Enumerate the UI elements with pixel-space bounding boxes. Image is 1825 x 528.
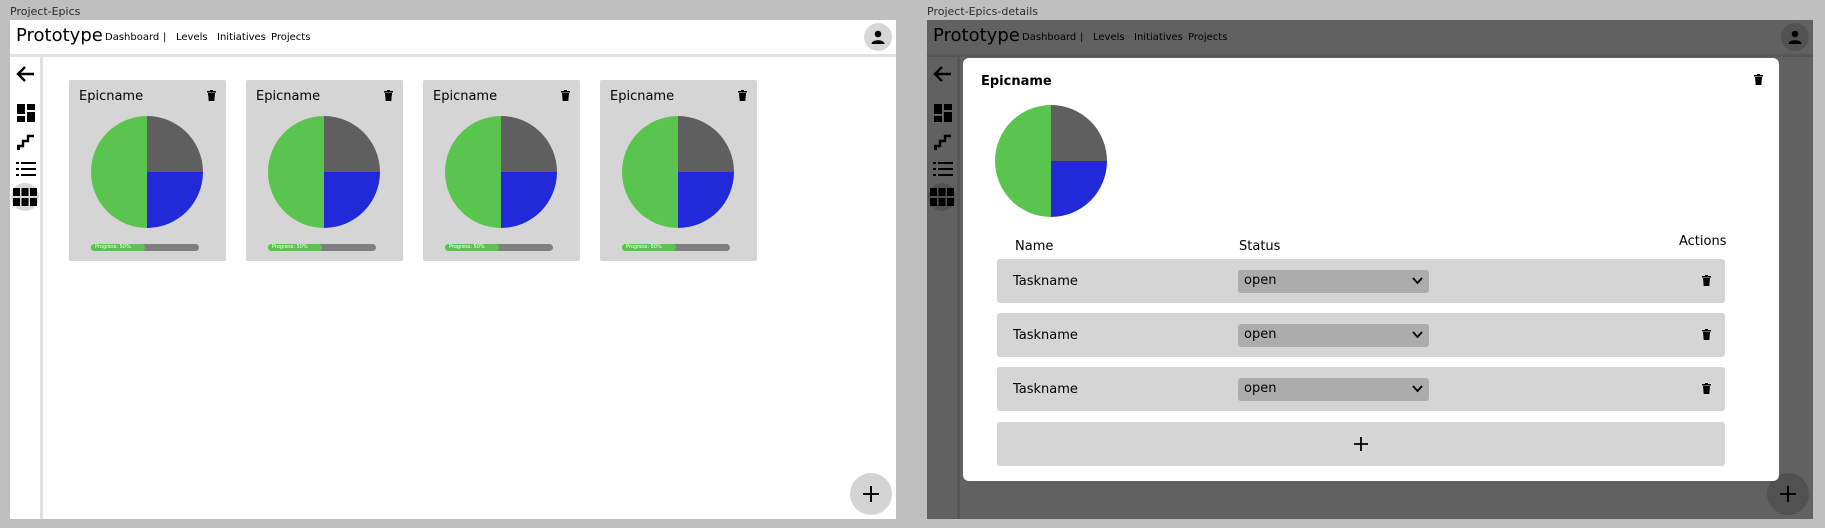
epic-pie-chart [91, 116, 203, 228]
epic-card[interactable]: Epicname Progress: 50% [600, 80, 757, 261]
chevron-down-icon [1412, 385, 1423, 393]
status-select[interactable]: open [1238, 270, 1429, 293]
pie-slice-blue [1051, 161, 1107, 217]
levels-icon[interactable] [17, 133, 35, 151]
progress-bar: Progress: 50% [268, 244, 376, 251]
epics-grid: Epicname Progress: 50% Epicname Progress… [43, 57, 896, 519]
pie-slice-gray [678, 116, 734, 172]
status-value: open [1244, 381, 1277, 396]
epic-pie-chart [268, 116, 380, 228]
status-select[interactable]: open [1238, 324, 1429, 347]
nav-separator: | [163, 32, 167, 43]
chevron-down-icon [1412, 277, 1423, 285]
epic-name: Epicname [79, 89, 144, 104]
add-task-button[interactable] [997, 422, 1725, 466]
add-epic-button[interactable] [850, 473, 892, 515]
task-name: Taskname [1013, 274, 1078, 289]
status-select[interactable]: open [1238, 378, 1429, 401]
epic-name: Epicname [610, 89, 675, 104]
trash-icon[interactable] [384, 90, 393, 101]
epic-card[interactable]: Epicname Progress: 50% [423, 80, 580, 261]
trash-icon[interactable] [1754, 74, 1763, 85]
progress-bar: Progress: 50% [445, 244, 553, 251]
pie-slice-blue [147, 172, 203, 228]
back-arrow-icon[interactable] [16, 64, 36, 84]
progress-label: Progress: 50% [626, 244, 662, 250]
pie-slice-blue [501, 172, 557, 228]
nav-levels[interactable]: Levels [176, 32, 208, 43]
pie-slice-green [268, 116, 324, 228]
trash-icon[interactable] [1702, 329, 1711, 340]
task-name: Taskname [1013, 382, 1078, 397]
pie-slice-blue [324, 172, 380, 228]
epic-pie-chart [445, 116, 557, 228]
pie-slice-green [91, 116, 147, 228]
task-row: Taskname open [997, 367, 1725, 411]
progress-bar: Progress: 50% [622, 244, 730, 251]
task-name: Taskname [1013, 328, 1078, 343]
epic-card[interactable]: Epicname Progress: 50% [246, 80, 403, 261]
task-row: Taskname open [997, 259, 1725, 303]
epic-card[interactable]: Epicname Progress: 50% [69, 80, 226, 261]
progress-label: Progress: 50% [449, 244, 485, 250]
trash-icon[interactable] [1702, 383, 1711, 394]
status-value: open [1244, 273, 1277, 288]
project-epics-screen: Prototype Dashboard | Levels Initiatives… [10, 20, 896, 519]
progress-bar: Progress: 50% [91, 244, 199, 251]
pie-slice-gray [1051, 105, 1107, 161]
chevron-down-icon [1412, 331, 1423, 339]
nav-dashboard[interactable]: Dashboard [105, 32, 159, 43]
epic-pie-chart [622, 116, 734, 228]
trash-icon[interactable] [738, 90, 747, 101]
epic-details-modal: Epicname Name Status Actions Taskname op… [963, 58, 1779, 481]
epic-name: Epicname [433, 89, 498, 104]
trash-icon[interactable] [207, 90, 216, 101]
user-icon [871, 30, 885, 44]
column-header-name: Name [1015, 239, 1054, 254]
frame-label-epics-details: Project-Epics-details [927, 5, 1038, 18]
pie-slice-blue [678, 172, 734, 228]
pie-slice-green [622, 116, 678, 228]
modal-title: Epicname [981, 74, 1052, 89]
epic-name: Epicname [256, 89, 321, 104]
pie-slice-gray [147, 116, 203, 172]
app-title: Prototype [16, 25, 103, 46]
plus-icon [1354, 437, 1368, 451]
frame-label-epics: Project-Epics [10, 5, 81, 18]
task-row: Taskname open [997, 313, 1725, 357]
sidebar-item-epics[interactable] [11, 183, 39, 211]
nav-initiatives[interactable]: Initiatives [217, 32, 266, 43]
grid-icon [13, 188, 37, 206]
user-avatar[interactable] [864, 23, 892, 51]
epic-pie-chart [995, 105, 1107, 217]
trash-icon[interactable] [561, 90, 570, 101]
trash-icon[interactable] [1702, 275, 1711, 286]
plus-icon [863, 486, 879, 502]
column-header-actions: Actions [1679, 234, 1727, 249]
column-header-status: Status [1239, 239, 1281, 254]
dashboard-icon[interactable] [17, 104, 35, 122]
status-value: open [1244, 327, 1277, 342]
pie-slice-gray [324, 116, 380, 172]
list-icon[interactable] [16, 161, 36, 177]
progress-label: Progress: 50% [95, 244, 131, 250]
nav-projects[interactable]: Projects [271, 32, 310, 43]
pie-slice-green [445, 116, 501, 228]
top-bar: Prototype Dashboard | Levels Initiatives… [10, 20, 896, 57]
sidebar [10, 57, 43, 519]
pie-slice-green [995, 105, 1051, 217]
pie-slice-gray [501, 116, 557, 172]
project-epics-details-screen: Prototype Dashboard | Levels Initiatives… [927, 20, 1813, 519]
progress-label: Progress: 50% [272, 244, 308, 250]
